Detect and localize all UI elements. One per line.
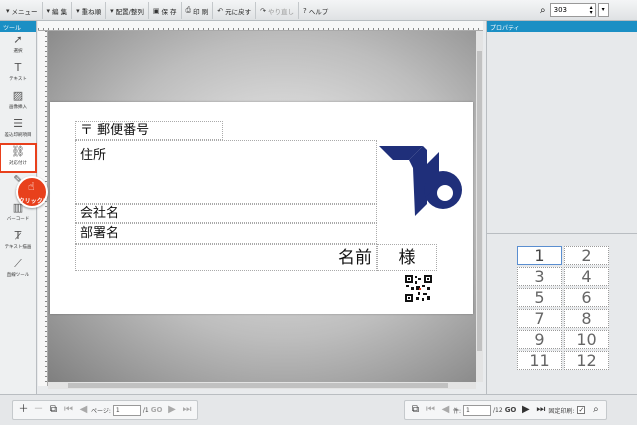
layout-cell[interactable]: 6 (564, 288, 609, 307)
fixed-print-label: 固定印刷: (548, 407, 575, 415)
menu-button[interactable]: ▾ メニュー (2, 2, 43, 19)
layer-order-button[interactable]: ▾ 重ね順 (72, 2, 107, 19)
layout-cell[interactable]: 8 (564, 309, 609, 328)
save-button[interactable]: ▣ 保 存 (149, 2, 182, 19)
next-record-icon[interactable]: ▶ (518, 403, 533, 417)
text-icon: T (14, 61, 22, 74)
save-icon: ▣ (152, 6, 160, 15)
cursor-icon: ➚ (13, 33, 23, 46)
next-page-icon[interactable]: ▶ (164, 403, 179, 417)
search-icon: ⌕ (540, 4, 546, 16)
redo-icon: ↷ (260, 6, 266, 15)
toolbar-group: ▾ メニュー ▾ 編 集 ▾ 重ね順 ▾ 配置/整列 ▣ 保 存 ⎙ 印 刷 ↶ 元に戻す ↷… (2, 2, 332, 19)
redo-button[interactable]: ↷ やり直し (256, 2, 299, 19)
qr-code[interactable] (405, 275, 432, 302)
link-icon: ⛓ (11, 145, 25, 158)
scroll-thumb[interactable] (68, 383, 448, 388)
page-go-button[interactable]: GO (149, 406, 165, 414)
undo-button[interactable]: ↶ 元に戻す (213, 2, 257, 19)
layout-cell[interactable]: 9 (517, 330, 562, 349)
printer-icon: ⎙ (185, 6, 192, 14)
layout-cell[interactable]: 4 (564, 267, 609, 286)
properties-panel: プロパティ 1 2 3 4 5 6 7 8 9 10 11 12 (486, 21, 637, 394)
address-field[interactable]: 住所 (75, 140, 377, 204)
layout-cell[interactable]: 11 (517, 351, 562, 370)
last-page-icon[interactable]: ⏭ (179, 403, 194, 417)
prev-page-icon[interactable]: ◀ (76, 403, 91, 417)
print-button[interactable]: ⎙ 印 刷 (182, 2, 214, 19)
line-icon: ⟋ (14, 257, 22, 270)
tool-panel-header: ツール (0, 21, 36, 32)
layout-cell[interactable]: 7 (517, 309, 562, 328)
first-page-icon[interactable]: ⏮ (61, 403, 76, 417)
pointer-hand-icon: ☝ (28, 180, 35, 193)
horizontal-scrollbar[interactable] (48, 382, 476, 389)
layout-cell[interactable]: 5 (517, 288, 562, 307)
zoom-input[interactable]: 303 ▴ ▾ (549, 3, 596, 17)
click-callout: ☝ クリック! (16, 176, 48, 208)
copy-record-icon[interactable]: ⧉ (408, 403, 423, 417)
layout-cell[interactable]: 1 (517, 246, 562, 265)
merge-field-tool[interactable]: ☰ 差込印刷項目 (0, 116, 36, 144)
text-tool[interactable]: T テキスト (0, 60, 36, 88)
business-card[interactable]: 〒 郵便番号 住所 会社名 部署名 名前 様 (50, 102, 473, 314)
dropdown-icon: ▾ (6, 6, 10, 15)
text-pen-icon: T̷ (14, 229, 22, 242)
postal-code-field[interactable]: 〒 郵便番号 (75, 121, 223, 140)
undo-icon: ↶ (217, 6, 224, 15)
copy-page-icon[interactable]: ⧉ (46, 403, 61, 417)
image-insert-tool[interactable]: ▨ 画像挿入 (0, 88, 36, 116)
app-window: ▾ メニュー ▾ 編 集 ▾ 重ね順 ▾ 配置/整列 ▣ 保 存 ⎙ 印 刷 ↶ 元に戻す ↷… (0, 0, 637, 425)
vertical-scrollbar[interactable] (476, 31, 483, 382)
line-tool[interactable]: ⟋ 直線ツール (0, 256, 36, 284)
layout-cell[interactable]: 3 (517, 267, 562, 286)
company-logo[interactable] (375, 144, 470, 219)
bottom-bar: ＋ － ⧉ ⏮ ◀ ページ: 1 /1 GO ▶ ⏭ ⧉ ⏮ ◀ 件: 1 /1… (0, 394, 637, 425)
scroll-thumb[interactable] (477, 51, 482, 351)
select-tool[interactable]: ➚ 選択 (0, 32, 36, 60)
horizontal-ruler (38, 21, 483, 31)
preview-icon[interactable]: ⌕ (588, 403, 603, 417)
edit-button[interactable]: ▾ 編 集 (43, 2, 73, 19)
layout-cell[interactable]: 2 (564, 246, 609, 265)
prev-record-icon[interactable]: ◀ (438, 403, 453, 417)
first-record-icon[interactable]: ⏮ (423, 403, 438, 417)
properties-header: プロパティ (487, 21, 637, 32)
fixed-print-checkbox[interactable]: ✓ (577, 406, 586, 414)
panel-divider (487, 233, 637, 234)
page-navigator: ＋ － ⧉ ⏮ ◀ ページ: 1 /1 GO ▶ ⏭ (12, 400, 199, 420)
help-button[interactable]: ? ヘルプ (299, 2, 332, 19)
record-go-button[interactable]: GO (503, 406, 519, 414)
record-navigator: ⧉ ⏮ ◀ 件: 1 /12 GO ▶ ⏭ 固定印刷: ✓ ⌕ (404, 400, 608, 420)
page-input[interactable]: 1 (112, 404, 141, 416)
help-icon: ? (302, 6, 307, 15)
record-input[interactable]: 1 (463, 404, 492, 416)
text-draw-tool[interactable]: T̷ テキスト描画 (0, 228, 36, 256)
zoom-dropdown[interactable]: ▾ (597, 3, 609, 17)
layout-grid: 1 2 3 4 5 6 7 8 9 10 11 12 (517, 246, 611, 370)
honorific-field[interactable]: 様 (377, 244, 437, 271)
zoom-control: ⌕ 303 ▴ ▾ ▾ (540, 3, 609, 17)
list-icon: ☰ (13, 117, 23, 130)
align-button[interactable]: ▾ 配置/整列 (106, 2, 149, 19)
dropdown-icon: ▾ (110, 6, 114, 15)
company-field[interactable]: 会社名 (75, 204, 377, 223)
add-page-icon[interactable]: ＋ (16, 403, 31, 417)
department-field[interactable]: 部署名 (75, 223, 377, 244)
dropdown-icon: ▾ (46, 6, 51, 15)
main-toolbar: ▾ メニュー ▾ 編 集 ▾ 重ね順 ▾ 配置/整列 ▣ 保 存 ⎙ 印 刷 ↶ 元に戻す ↷… (0, 0, 637, 21)
dropdown-icon: ▾ (76, 6, 80, 15)
mapping-tool[interactable]: ⛓ 対応付け (0, 143, 37, 173)
remove-page-icon[interactable]: － (31, 403, 46, 417)
layout-cell[interactable]: 10 (564, 330, 609, 349)
last-record-icon[interactable]: ⏭ (533, 403, 548, 417)
image-icon: ▨ (12, 89, 24, 102)
name-field[interactable]: 名前 (75, 244, 377, 271)
layout-cell[interactable]: 12 (564, 351, 609, 370)
spinner-icon[interactable]: ▴ ▾ (590, 5, 593, 16)
